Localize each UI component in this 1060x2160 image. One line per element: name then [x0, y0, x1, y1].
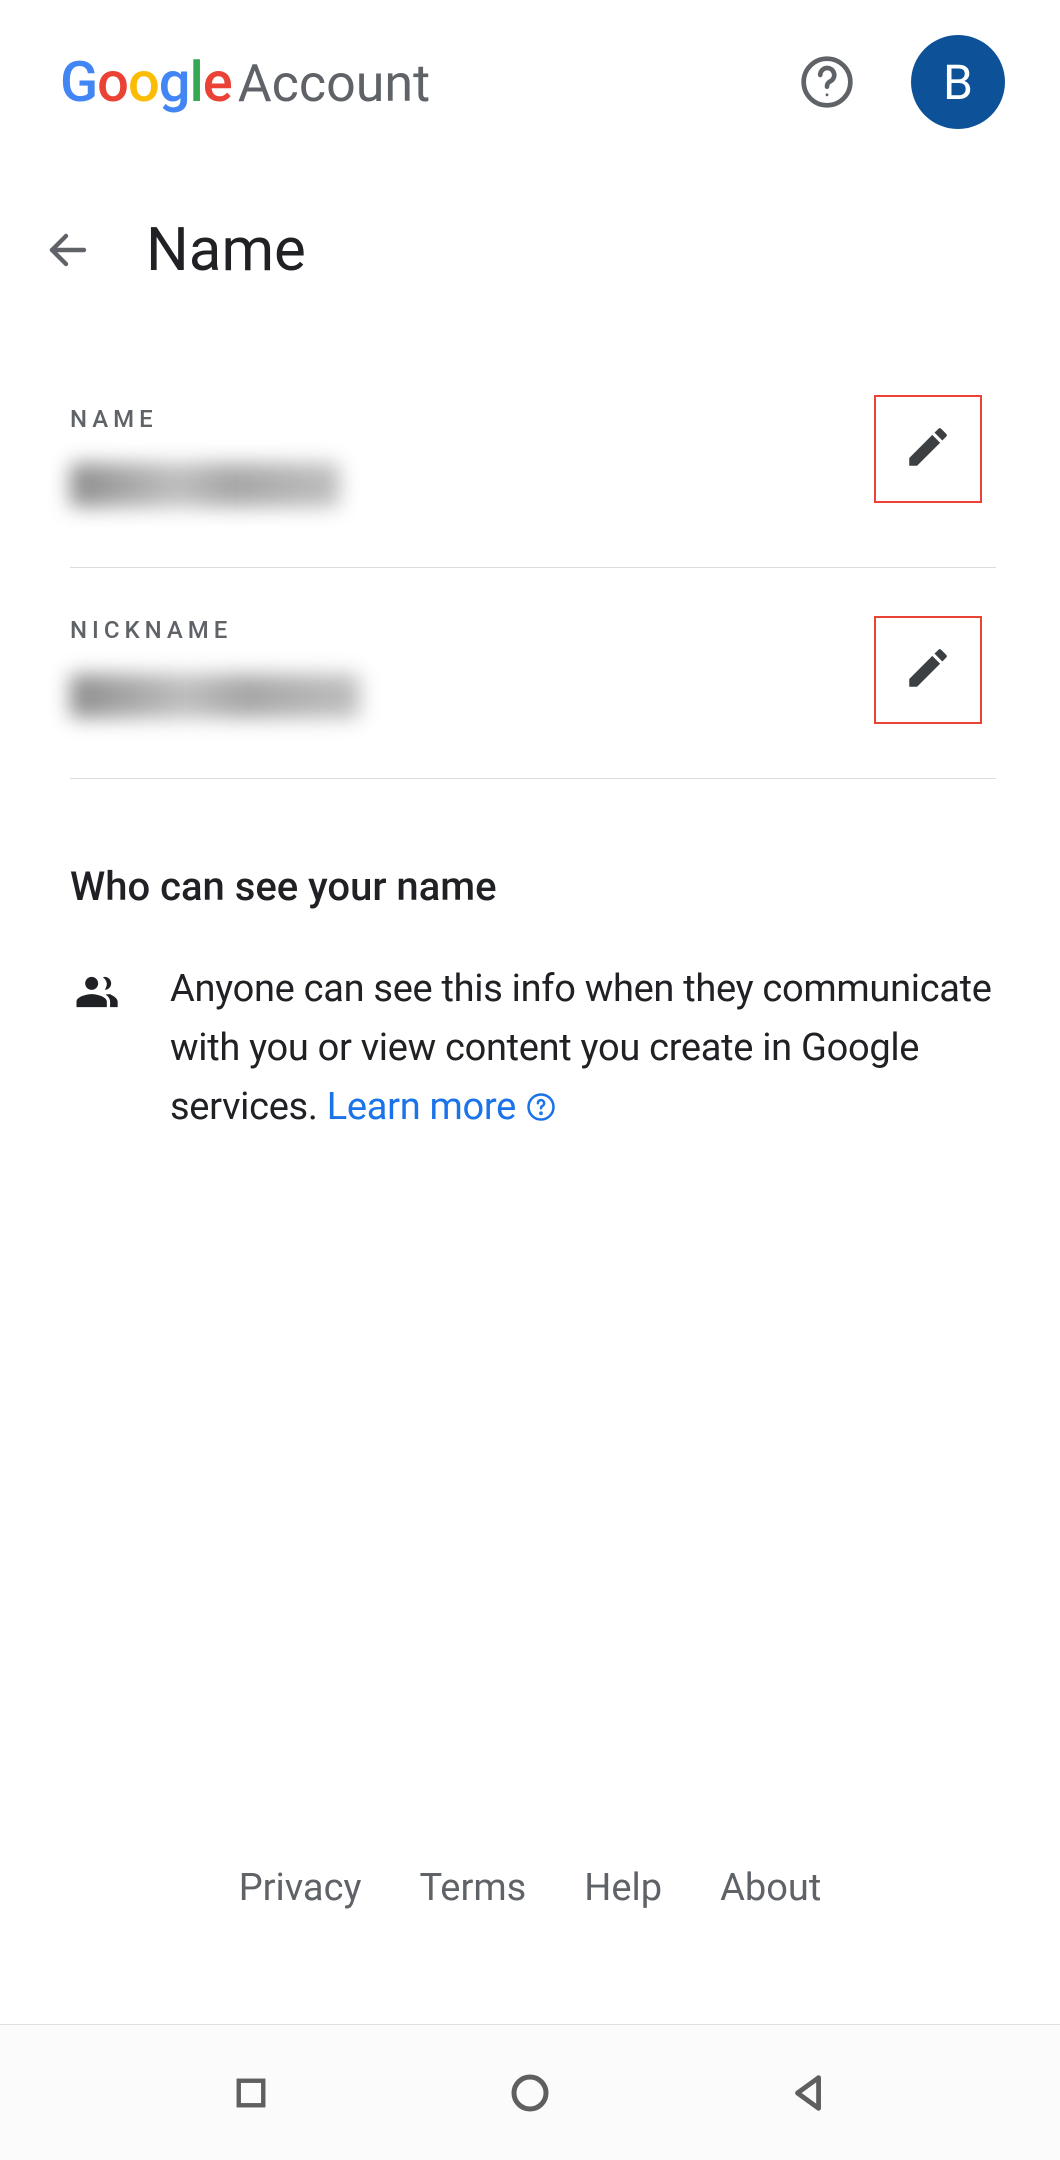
- footer-about[interactable]: About: [720, 1866, 821, 1910]
- content: NAME NICKNAME: [0, 325, 1060, 827]
- system-nav-bar: [0, 2024, 1060, 2160]
- home-button[interactable]: [502, 2065, 558, 2121]
- footer-help[interactable]: Help: [584, 1866, 662, 1910]
- visibility-text: Anyone can see this info when they commu…: [170, 960, 996, 1137]
- nickname-field-label: NICKNAME: [70, 616, 996, 644]
- nickname-field-value: [70, 674, 360, 718]
- brand-logo[interactable]: Google Account: [60, 49, 779, 115]
- google-logo: Google: [60, 49, 232, 115]
- footer-terms[interactable]: Terms: [419, 1866, 526, 1910]
- edit-name-button[interactable]: [874, 395, 982, 503]
- name-field-block: NAME: [70, 405, 996, 568]
- page-title: Name: [146, 214, 306, 285]
- pencil-icon: [903, 643, 953, 697]
- pencil-icon: [903, 422, 953, 476]
- nickname-field-block: NICKNAME: [70, 616, 996, 779]
- people-icon: [70, 966, 122, 1018]
- recents-button[interactable]: [223, 2065, 279, 2121]
- avatar[interactable]: B: [911, 35, 1005, 129]
- edit-nickname-button[interactable]: [874, 616, 982, 724]
- visibility-description: Anyone can see this info when they commu…: [170, 967, 992, 1129]
- title-row: Name: [0, 164, 1060, 325]
- visibility-heading: Who can see your name: [70, 863, 996, 910]
- learn-more-text: Learn more: [327, 1078, 516, 1137]
- app-header: Google Account B: [0, 0, 1060, 164]
- footer-privacy[interactable]: Privacy: [239, 1866, 362, 1910]
- help-icon[interactable]: [799, 54, 855, 110]
- name-field-value: [70, 463, 340, 507]
- help-circle-icon: [526, 1092, 556, 1122]
- account-label: Account: [238, 53, 430, 114]
- back-button[interactable]: [781, 2065, 837, 2121]
- back-arrow-icon[interactable]: [44, 226, 92, 274]
- name-field-label: NAME: [70, 405, 996, 433]
- avatar-letter: B: [943, 54, 973, 111]
- visibility-section: Who can see your name Anyone can see thi…: [0, 827, 1060, 1137]
- learn-more-link[interactable]: Learn more: [327, 1078, 556, 1137]
- footer-links: Privacy Terms Help About: [0, 1866, 1060, 1910]
- visibility-row: Anyone can see this info when they commu…: [70, 960, 996, 1137]
